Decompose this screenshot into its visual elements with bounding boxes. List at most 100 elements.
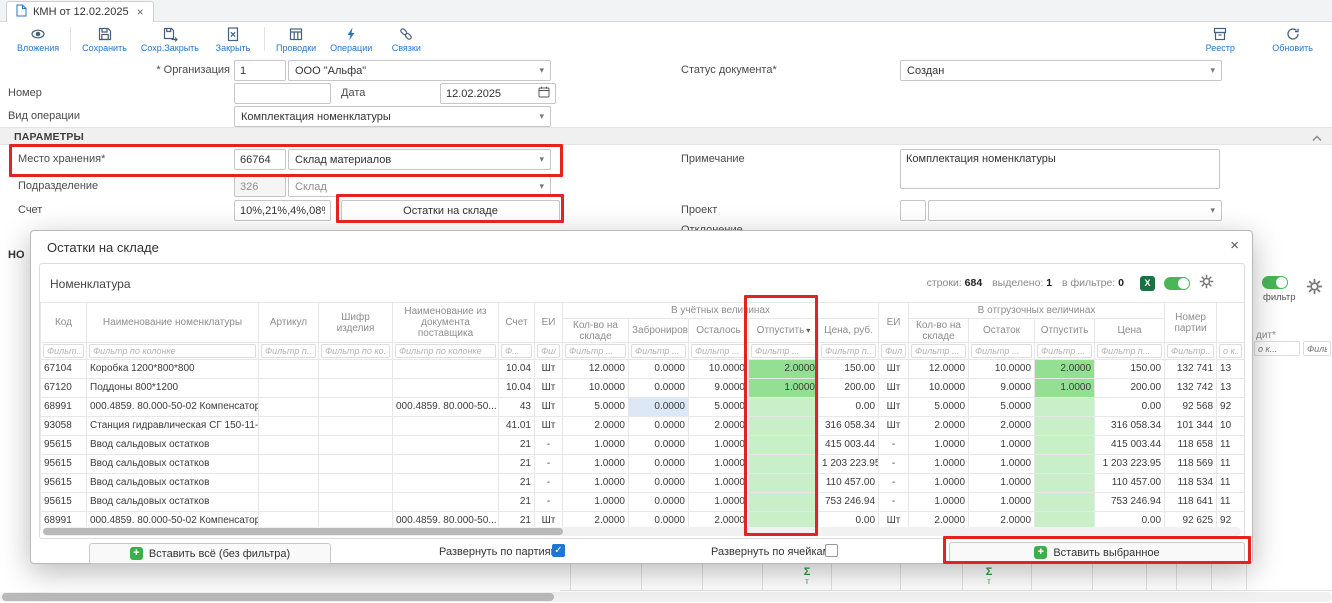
tab-close-icon[interactable]: ×: [137, 5, 144, 19]
cell[interactable]: [393, 379, 499, 398]
column-header[interactable]: Шифр изделия: [319, 303, 393, 343]
cell[interactable]: 68991: [41, 398, 87, 417]
column-filter-input[interactable]: [691, 344, 746, 358]
cell[interactable]: Шт: [879, 379, 909, 398]
scrollbar-thumb[interactable]: [43, 528, 563, 535]
gear-icon[interactable]: [1199, 274, 1214, 292]
cell[interactable]: [259, 436, 319, 455]
cell[interactable]: [319, 493, 393, 512]
expand-cells-checkbox[interactable]: [825, 544, 838, 557]
cell[interactable]: -: [535, 493, 563, 512]
column-header[interactable]: Код: [41, 303, 87, 343]
column-filter-input[interactable]: [395, 344, 496, 358]
cell[interactable]: 150.00: [819, 360, 879, 379]
cell[interactable]: 1.0000: [689, 455, 749, 474]
cell[interactable]: Ввод сальдовых остатков: [87, 436, 259, 455]
cell[interactable]: 0.00: [1095, 398, 1165, 417]
cell[interactable]: 1 203 223.95: [819, 455, 879, 474]
cell[interactable]: -: [535, 455, 563, 474]
cell[interactable]: 200.00: [1095, 379, 1165, 398]
links-button[interactable]: Связки: [379, 23, 433, 55]
table-row[interactable]: 95615Ввод сальдовых остатков21-1.00000.0…: [41, 455, 1245, 474]
cell[interactable]: 2.0000: [749, 360, 819, 379]
column-filter-input[interactable]: [43, 344, 84, 358]
organization-select[interactable]: ООО "Альфа" ▾: [288, 60, 551, 81]
cell[interactable]: [749, 436, 819, 455]
cell[interactable]: 200.00: [819, 379, 879, 398]
cell[interactable]: [1035, 398, 1095, 417]
cell[interactable]: [749, 455, 819, 474]
stock-remains-button[interactable]: Остатки на складе: [341, 200, 560, 222]
save-close-button[interactable]: Сохр.Закрыть: [134, 23, 206, 55]
note-textarea[interactable]: Комплектация номенклатуры: [900, 149, 1220, 189]
column-filter-input[interactable]: [821, 344, 876, 358]
postings-button[interactable]: Проводки: [269, 23, 323, 55]
cell[interactable]: [319, 436, 393, 455]
cell[interactable]: 118 569: [1165, 455, 1217, 474]
column-header[interactable]: Артикул: [259, 303, 319, 343]
cell[interactable]: 11: [1217, 455, 1244, 474]
cell[interactable]: -: [535, 436, 563, 455]
cell[interactable]: 43: [499, 398, 535, 417]
cell[interactable]: 415 003.44: [1095, 436, 1165, 455]
cell[interactable]: [259, 455, 319, 474]
collapse-icon[interactable]: [1312, 133, 1322, 145]
refresh-button[interactable]: Обновить: [1265, 23, 1320, 55]
cell[interactable]: 753 246.94: [1095, 493, 1165, 512]
cell[interactable]: 110 457.00: [1095, 474, 1165, 493]
cell[interactable]: 13: [1217, 360, 1244, 379]
cell[interactable]: 10: [1217, 417, 1244, 436]
cell[interactable]: 110 457.00: [819, 474, 879, 493]
cell[interactable]: 5.0000: [689, 398, 749, 417]
cell[interactable]: 0.0000: [629, 455, 689, 474]
cell[interactable]: -: [535, 474, 563, 493]
cell[interactable]: 11: [1217, 474, 1244, 493]
cell[interactable]: 0.0000: [629, 417, 689, 436]
cell[interactable]: -: [879, 436, 909, 455]
background-filter-toggle[interactable]: [1262, 276, 1288, 289]
column-filter-input[interactable]: [1219, 344, 1242, 358]
cell[interactable]: 101 344: [1165, 417, 1217, 436]
save-button[interactable]: Сохранить: [75, 23, 134, 55]
column-filter-input[interactable]: [537, 344, 560, 358]
table-row[interactable]: 93058Станция гидравлическая СГ 150-11-30…: [41, 417, 1245, 436]
sort-filter-icon[interactable]: ▾: [806, 326, 810, 335]
cell[interactable]: 93058: [41, 417, 87, 436]
params-section-header[interactable]: ПАРАМЕТРЫ: [0, 127, 1332, 145]
cell[interactable]: 1.0000: [749, 379, 819, 398]
cell[interactable]: 10.04: [499, 379, 535, 398]
cell[interactable]: [319, 379, 393, 398]
cell[interactable]: [749, 474, 819, 493]
column-filter-input[interactable]: [911, 344, 966, 358]
storage-select[interactable]: Склад материалов ▾: [288, 149, 551, 170]
cell[interactable]: Поддоны 800*1200: [87, 379, 259, 398]
cell[interactable]: [1035, 493, 1095, 512]
column-header[interactable]: Наименование из документа поставщика: [393, 303, 499, 343]
account-input[interactable]: [234, 200, 331, 221]
cell[interactable]: 753 246.94: [819, 493, 879, 512]
excel-export-icon[interactable]: X: [1140, 276, 1155, 291]
filter-toggle[interactable]: [1164, 277, 1190, 290]
cell[interactable]: 67104: [41, 360, 87, 379]
column-filter-input[interactable]: [881, 344, 906, 358]
table-row[interactable]: 67104Коробка 1200*800*80010.04Шт12.00000…: [41, 360, 1245, 379]
project-select[interactable]: ▾: [928, 200, 1222, 221]
cell[interactable]: [749, 493, 819, 512]
cell[interactable]: 1.0000: [909, 455, 969, 474]
cell[interactable]: Шт: [535, 379, 563, 398]
cell[interactable]: 10.0000: [563, 379, 629, 398]
column-filter-input[interactable]: [1167, 344, 1214, 358]
cell[interactable]: 316 058.34: [819, 417, 879, 436]
column-header[interactable]: Отпустить▾: [749, 319, 819, 343]
cell[interactable]: Шт: [535, 398, 563, 417]
cell[interactable]: 1.0000: [909, 474, 969, 493]
cell[interactable]: 150.00: [1095, 360, 1165, 379]
cell[interactable]: [319, 455, 393, 474]
cell[interactable]: 2.0000: [563, 417, 629, 436]
cell[interactable]: 1.0000: [563, 474, 629, 493]
cell[interactable]: [319, 360, 393, 379]
cell[interactable]: 118 641: [1165, 493, 1217, 512]
cell[interactable]: 12.0000: [909, 360, 969, 379]
cell[interactable]: Коробка 1200*800*800: [87, 360, 259, 379]
operation-type-select[interactable]: Комплектация номенклатуры ▾: [234, 106, 551, 127]
